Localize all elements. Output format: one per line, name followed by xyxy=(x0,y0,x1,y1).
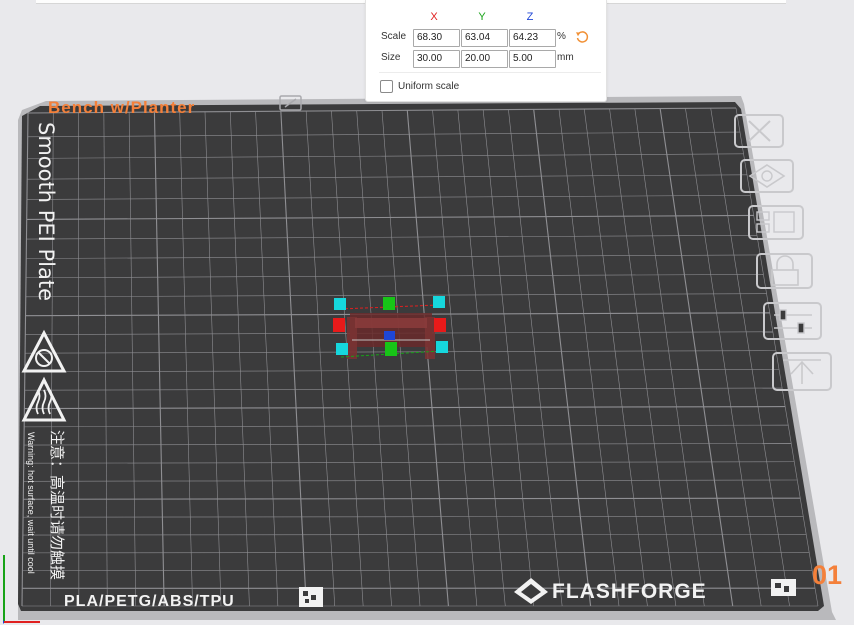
lock-icon xyxy=(771,255,799,286)
size-row-label: Size xyxy=(381,52,401,63)
plate-number[interactable]: 01 xyxy=(812,560,842,590)
panel-divider xyxy=(379,72,601,73)
scale-panel: X Y Z Scale % Size mm Uniform scale xyxy=(365,0,607,102)
scale-handle-x-right[interactable] xyxy=(434,318,446,332)
warning-text-en: Warning: hot surface, wait until cool xyxy=(26,432,36,574)
size-x-input[interactable] xyxy=(413,50,460,68)
warning-text-cn: 注意：高温时请勿触摸 xyxy=(48,430,66,580)
axis-z-header: Z xyxy=(526,11,534,23)
close-icon xyxy=(748,120,771,142)
size-y-input[interactable] xyxy=(461,50,508,68)
scale-handle-y-bottom[interactable] xyxy=(385,342,397,356)
scale-handle-x-left[interactable] xyxy=(333,318,345,332)
size-unit: mm xyxy=(557,52,574,63)
scale-handle-corner-top-right[interactable] xyxy=(433,296,445,308)
scale-handle-corner-bottom-left[interactable] xyxy=(336,343,348,355)
plate-materials: PLA/PETG/ABS/TPU xyxy=(64,593,235,610)
uniform-scale-label: Uniform scale xyxy=(398,80,460,92)
scale-handle-y-top[interactable] xyxy=(383,297,395,310)
plate-surface-label: Smooth PEI Plate xyxy=(34,122,58,301)
qr-marker-left-icon xyxy=(299,587,323,607)
scale-handle-z[interactable] xyxy=(384,331,395,340)
qr-marker-right-icon xyxy=(771,579,796,596)
axis-x-header: X xyxy=(430,11,438,23)
scale-handle-corner-bottom-right[interactable] xyxy=(436,341,448,353)
scale-y-input[interactable] xyxy=(461,29,508,47)
scale-z-input[interactable] xyxy=(509,29,556,47)
scale-unit: % xyxy=(557,31,566,42)
size-z-input[interactable] xyxy=(509,50,556,68)
scale-handle-corner-top-left[interactable] xyxy=(334,298,346,310)
uniform-scale-toggle[interactable]: Uniform scale xyxy=(380,79,459,93)
axis-y-header: Y xyxy=(478,11,486,23)
reset-scale-icon[interactable] xyxy=(575,30,589,44)
plate-name[interactable]: Bench w/Planter xyxy=(48,98,195,117)
uniform-scale-checkbox[interactable] xyxy=(380,79,393,93)
brand-name: FLASHFORGE xyxy=(552,580,707,603)
scale-x-input[interactable] xyxy=(413,29,460,47)
scale-row-label: Scale xyxy=(381,31,407,42)
